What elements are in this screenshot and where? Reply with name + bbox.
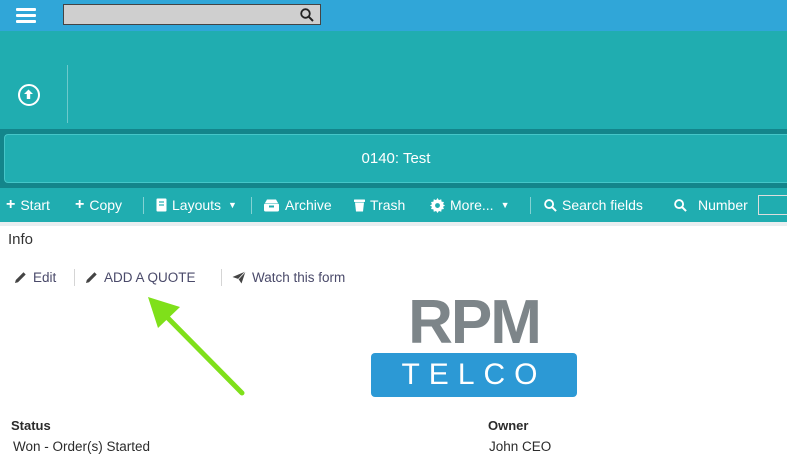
gear-icon	[430, 197, 445, 213]
book-icon	[156, 198, 167, 212]
copy-button[interactable]: + Copy	[75, 188, 122, 222]
status-label: Status	[11, 418, 51, 433]
archive-icon	[264, 199, 279, 211]
start-button[interactable]: + Start	[6, 188, 50, 222]
global-search[interactable]	[63, 4, 321, 25]
pencil-icon	[86, 271, 97, 283]
record-header	[0, 31, 787, 129]
watch-label: Watch this form	[252, 269, 346, 285]
header-divider	[67, 65, 68, 123]
chevron-down-icon: ▼	[500, 200, 510, 210]
record-title: 0140: Test	[4, 134, 787, 183]
add-quote-label: ADD A QUOTE	[104, 269, 196, 285]
toolbar-divider	[143, 197, 144, 214]
more-button[interactable]: More... ▼	[430, 188, 510, 222]
section-divider	[0, 222, 787, 226]
watch-form-link[interactable]: Watch this form	[232, 268, 345, 286]
more-label: More...	[450, 197, 494, 213]
number-input[interactable]	[758, 195, 787, 215]
layouts-button[interactable]: Layouts ▼	[156, 188, 237, 222]
copy-label: Copy	[89, 197, 123, 213]
trash-icon	[354, 199, 365, 211]
upload-icon[interactable]	[18, 84, 40, 106]
add-quote-link[interactable]: ADD A QUOTE	[85, 268, 196, 286]
search-icon	[544, 198, 557, 212]
layouts-label: Layouts	[172, 197, 222, 213]
record-toolbar: + Start + Copy Layouts ▼ Archive Trash M…	[0, 188, 787, 222]
title-bar: 0140: Test	[0, 129, 787, 188]
search-input[interactable]	[68, 6, 292, 25]
pencil-icon	[15, 271, 26, 283]
owner-label: Owner	[488, 418, 529, 433]
logo-telco-text: TELCO	[371, 353, 577, 397]
paper-plane-icon	[232, 270, 246, 283]
trash-button[interactable]: Trash	[354, 188, 405, 222]
chevron-down-icon: ▼	[228, 200, 237, 210]
number-search: Number	[674, 188, 748, 222]
toolbar-divider	[530, 197, 531, 214]
trash-label: Trash	[370, 197, 406, 213]
logo-rpm-text: RPM	[408, 288, 542, 357]
edit-link[interactable]: Edit	[14, 268, 56, 286]
action-divider	[221, 269, 222, 286]
number-label: Number	[698, 197, 748, 213]
status-value: Won - Order(s) Started	[13, 439, 151, 454]
top-bar	[0, 0, 787, 31]
search-fields-label: Search fields	[562, 197, 643, 213]
rpm-telco-logo: RPM TELCO	[371, 288, 577, 400]
start-label: Start	[20, 197, 50, 213]
edit-label: Edit	[33, 269, 57, 285]
search-icon[interactable]	[300, 8, 314, 22]
toolbar-divider	[251, 197, 252, 214]
plus-icon: +	[6, 196, 16, 213]
section-title: Info	[8, 231, 34, 248]
archive-label: Archive	[285, 197, 332, 213]
hamburger-menu-icon[interactable]	[16, 8, 36, 23]
annotation-arrow	[148, 297, 245, 396]
search-fields-button[interactable]: Search fields	[544, 188, 643, 222]
plus-icon: +	[75, 196, 85, 213]
search-icon	[674, 198, 687, 212]
archive-button[interactable]: Archive	[263, 188, 332, 222]
action-divider	[74, 269, 75, 286]
owner-value[interactable]: John CEO	[489, 439, 551, 454]
